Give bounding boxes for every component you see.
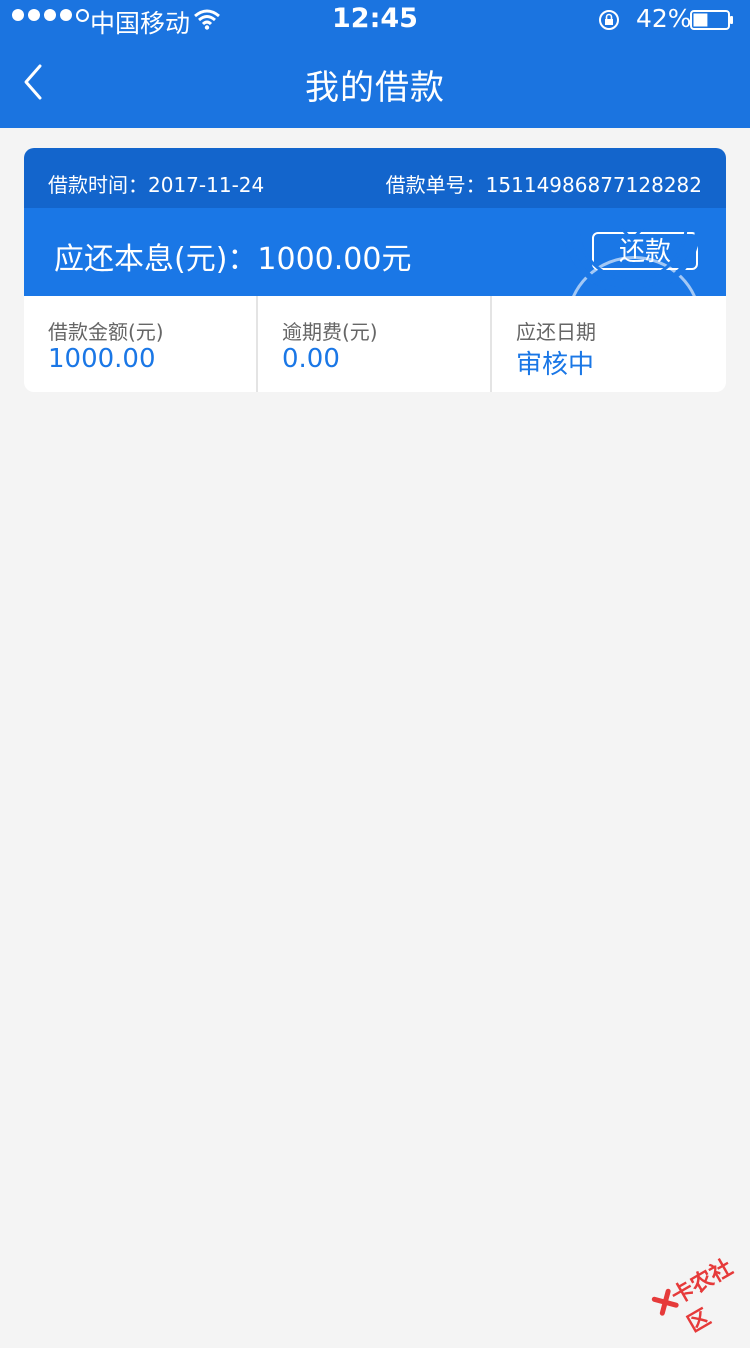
stat-value: 审核中	[516, 350, 595, 380]
loan-date: 借款时间：2017-11-24	[48, 173, 265, 197]
stat-label: 逾期费(元)	[282, 320, 378, 344]
status-bar: 中国移动 12:45 42%	[0, 0, 750, 40]
stat-label: 借款金额(元)	[48, 320, 164, 344]
stat-label: 应还日期	[516, 320, 596, 344]
loan-card[interactable]: 借款时间：2017-11-24 借款单号：15114986877128282 应…	[24, 148, 726, 392]
watermark-text: 卡农社区	[667, 1255, 738, 1338]
navigation-bar: 我的借款	[0, 40, 750, 128]
loan-card-header: 借款时间：2017-11-24 借款单号：15114986877128282	[24, 148, 726, 208]
loan-stats: 借款金额(元) 1000.00 逾期费(元) 0.00 应还日期 审核中	[24, 296, 726, 392]
repay-button[interactable]: 还款	[592, 232, 698, 270]
battery-icon	[690, 10, 733, 30]
rotation-lock-icon	[599, 10, 619, 30]
stat-overdue-fee: 逾期费(元) 0.00	[258, 296, 492, 392]
battery-percent: 42%	[636, 4, 692, 33]
amount-due: 应还本息(元)：1000.00元	[54, 242, 412, 277]
stat-due-date: 应还日期 审核中	[492, 296, 726, 392]
amount-due-row: 应还本息(元)：1000.00元 还款	[24, 208, 726, 296]
stat-value: 0.00	[282, 344, 340, 374]
loan-order-number: 借款单号：15114986877128282	[385, 173, 702, 197]
page-title: 我的借款	[305, 68, 445, 108]
stat-value: 1000.00	[48, 344, 156, 374]
stat-loan-amount: 借款金额(元) 1000.00	[24, 296, 258, 392]
watermark-logo: 卡农社区	[638, 1227, 750, 1338]
